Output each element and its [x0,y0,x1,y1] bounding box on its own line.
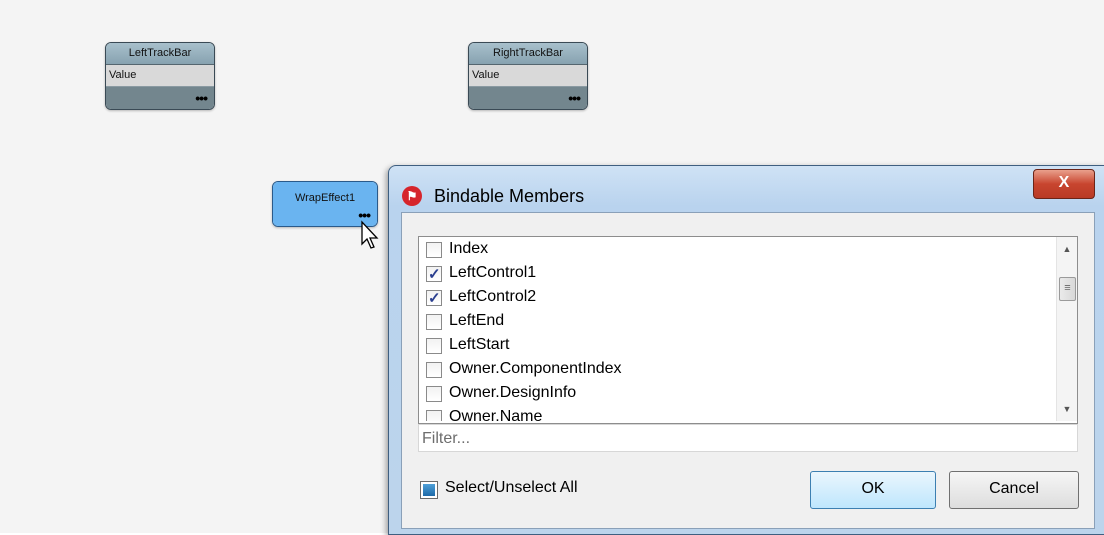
node-lefttrackbar[interactable]: LeftTrackBar Value ••• [105,42,215,110]
node-property-value[interactable]: Value [106,65,214,87]
member-label: LeftControl2 [449,288,537,305]
filter-input[interactable]: Filter... [418,424,1078,452]
member-item[interactable]: Owner.ComponentIndex [419,357,1055,381]
checkmark-icon: ✓ [428,266,441,283]
member-label: LeftEnd [449,312,505,329]
member-checkbox[interactable] [426,386,442,402]
member-checkbox[interactable]: ✓ [426,266,442,283]
node-title: LeftTrackBar [106,43,214,65]
member-label: LeftControl1 [449,264,537,281]
scroll-down-arrow-icon[interactable]: ▼ [1057,399,1077,419]
close-button[interactable]: X [1033,169,1095,199]
more-options-icon[interactable]: ••• [568,90,581,106]
member-label: LeftStart [449,336,510,353]
cancel-button[interactable]: Cancel [949,471,1079,509]
ok-button[interactable]: OK [810,471,936,509]
member-item[interactable]: LeftStart [419,333,1055,357]
member-checkbox[interactable] [426,242,442,258]
member-item[interactable]: ✓ LeftControl1 [419,261,1055,285]
member-label: Owner.ComponentIndex [449,360,622,377]
member-item[interactable]: ✓ LeftControl2 [419,285,1055,309]
member-checkbox[interactable] [426,410,442,421]
member-label: Owner.Name [449,408,543,421]
node-footer: ••• [106,87,214,109]
mouse-cursor-icon [361,220,379,249]
indeterminate-fill [423,484,435,496]
member-label: Index [449,240,489,257]
members-list-items: Index ✓ LeftControl1 ✓ LeftControl2 LeftEnd Le… [419,237,1055,421]
member-item[interactable]: Owner.DesignInfo [419,381,1055,405]
node-title: WrapEffect1 [294,192,356,204]
vertical-scrollbar[interactable]: ▲ ≡ ▼ [1056,237,1077,421]
bindable-members-dialog: ⚑ Bindable Members X Index ✓ LeftControl1 ✓… [388,165,1104,535]
member-item[interactable]: LeftEnd [419,309,1055,333]
member-item[interactable]: Owner.Name [419,405,1055,421]
member-label: Owner.DesignInfo [449,384,577,401]
member-checkbox[interactable] [426,362,442,378]
node-footer: ••• [469,87,587,109]
select-all-box[interactable] [420,481,438,499]
dialog-title: Bindable Members [434,186,585,206]
dialog-client-area: Index ✓ LeftControl1 ✓ LeftControl2 LeftEnd Le… [401,212,1095,529]
member-item[interactable]: Index [419,237,1055,261]
scroll-up-arrow-icon[interactable]: ▲ [1057,239,1077,259]
select-all-label: Select/Unselect All [445,479,578,496]
app-icon: ⚑ [402,186,422,206]
members-list[interactable]: Index ✓ LeftControl1 ✓ LeftControl2 LeftEnd Le… [418,236,1078,424]
node-title: RightTrackBar [469,43,587,65]
node-property-value[interactable]: Value [469,65,587,87]
member-checkbox[interactable] [426,314,442,330]
checkmark-icon: ✓ [428,290,441,307]
member-checkbox[interactable] [426,338,442,354]
member-checkbox[interactable]: ✓ [426,290,442,307]
more-options-icon[interactable]: ••• [195,90,208,106]
scroll-thumb[interactable]: ≡ [1059,277,1076,301]
node-righttrackbar[interactable]: RightTrackBar Value ••• [468,42,588,110]
